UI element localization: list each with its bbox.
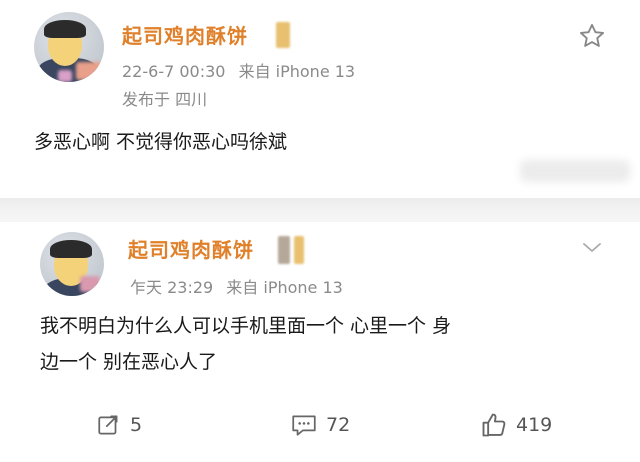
- location: 发布于 四川: [122, 90, 208, 109]
- avatar[interactable]: [40, 232, 104, 296]
- avatar-redaction: [76, 62, 102, 80]
- thumbs-up-icon: [482, 413, 506, 437]
- comment-icon: [292, 415, 316, 436]
- post-card-1: 起司鸡肉酥饼 22-6-7 00:30 来自 iPhone 13 发布于 四川 …: [0, 0, 640, 198]
- username[interactable]: 起司鸡肉酥饼: [122, 20, 248, 49]
- chevron-down-icon[interactable]: [580, 238, 604, 258]
- post-content: 多恶心啊 不觉得你恶心吗徐斌: [34, 124, 287, 160]
- avatar[interactable]: [34, 12, 104, 82]
- timestamp: 22-6-7 00:30: [122, 62, 226, 81]
- avatar-redaction: [80, 276, 100, 292]
- content-line: 边一个 别在恶心人了: [40, 351, 218, 373]
- post-meta: 乍天 23:29 来自 iPhone 13: [130, 274, 351, 298]
- content-line: 多恶心啊 不觉得你恶心吗徐斌: [34, 131, 288, 153]
- device: 来自 iPhone 13: [238, 62, 356, 81]
- comment-count: 72: [326, 414, 351, 436]
- comment-button[interactable]: 72: [290, 408, 350, 442]
- timestamp: 乍天 23:29: [130, 278, 214, 297]
- like-button[interactable]: 419: [480, 408, 552, 442]
- device: 来自 iPhone 13: [226, 278, 343, 297]
- avatar-redaction: [58, 70, 72, 82]
- smudge: [520, 160, 630, 182]
- redaction-tag: [278, 236, 290, 264]
- post-content: 我不明白为什么人可以手机里面一个 心里一个 身 边一个 别在恶心人了: [40, 308, 451, 380]
- content-line: 我不明白为什么人可以手机里面一个 心里一个 身: [40, 315, 452, 337]
- avatar-hat: [50, 240, 92, 258]
- avatar-hat: [44, 20, 86, 38]
- post-meta: 22-6-7 00:30 来自 iPhone 13: [122, 58, 363, 82]
- post-separator: [0, 198, 640, 222]
- redaction-tag: [276, 22, 290, 48]
- repost-button[interactable]: 5: [96, 408, 142, 442]
- star-icon[interactable]: [578, 22, 606, 50]
- username[interactable]: 起司鸡肉酥饼: [128, 234, 254, 263]
- repost-count: 5: [130, 414, 143, 436]
- like-count: 419: [516, 414, 553, 436]
- redaction-tag: [294, 236, 304, 264]
- repost-icon: [98, 415, 118, 435]
